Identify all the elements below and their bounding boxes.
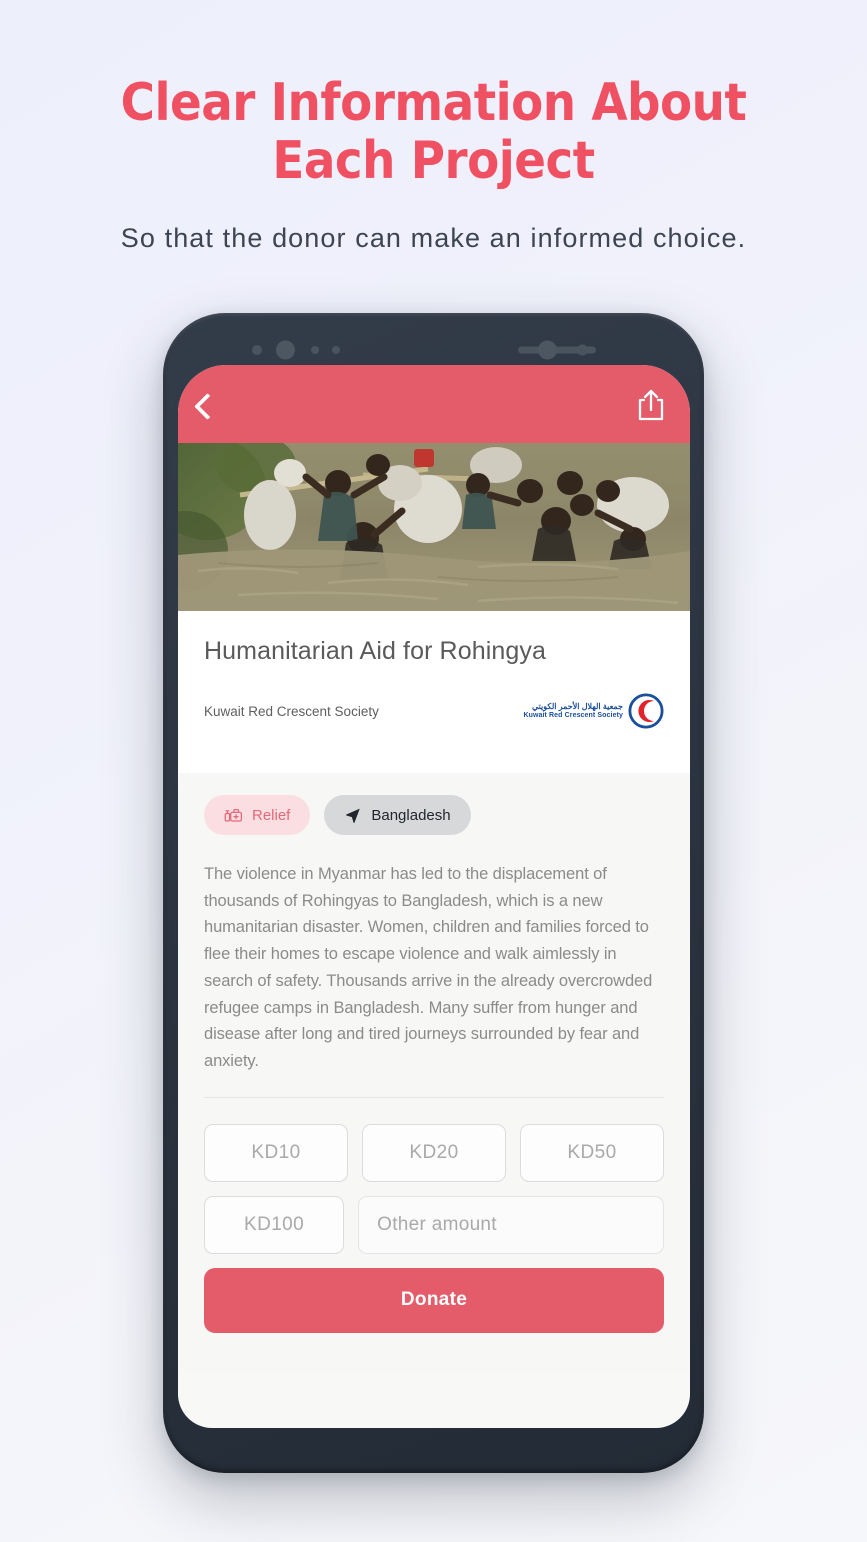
donation-amount-row-2: KD100 Other amount	[204, 1195, 664, 1254]
red-crescent-emblem-icon	[628, 693, 664, 729]
chip-bangladesh-label: Bangladesh	[371, 806, 451, 824]
first-aid-kit-icon	[224, 808, 243, 822]
front-camera-icon	[538, 340, 557, 360]
promo-subheadline: So that the donor can make an informed c…	[120, 223, 747, 253]
phone-sensor-row	[163, 337, 704, 363]
organization-logo-english: Kuwait Red Crescent Society	[523, 711, 623, 719]
project-title: Humanitarian Aid for Rohingya	[204, 637, 546, 665]
organization-row: Kuwait Red Crescent Society جمعية الهلال…	[204, 693, 664, 729]
promo-header: Clear Information About Each Project So …	[0, 74, 867, 254]
sensor-dot-icon	[332, 346, 340, 354]
project-title-card: Humanitarian Aid for Rohingya Kuwait Red…	[178, 611, 690, 773]
chevron-left-icon[interactable]	[194, 393, 221, 420]
project-description: The violence in Myanmar has led to the d…	[204, 865, 653, 1070]
promo-headline: Clear Information About Each Project	[120, 73, 747, 191]
organization-logo: جمعية الهلال الأحمر الكويتي Kuwait Red C…	[523, 693, 664, 729]
screen-bottom-padding	[204, 1332, 664, 1373]
front-camera-icon	[276, 340, 295, 360]
phone-mockup: Humanitarian Aid for Rohingya Kuwait Red…	[163, 313, 704, 1473]
amount-button-kd20[interactable]: KD20	[362, 1123, 506, 1182]
organization-logo-text: جمعية الهلال الأحمر الكويتي Kuwait Red C…	[523, 702, 623, 721]
app-bar	[178, 365, 690, 443]
project-hero-image	[178, 443, 690, 611]
navigation-arrow-icon	[346, 808, 361, 823]
donate-button[interactable]: Donate	[204, 1267, 664, 1333]
phone-screen: Humanitarian Aid for Rohingya Kuwait Red…	[178, 365, 690, 1428]
amount-button-kd100[interactable]: KD100	[204, 1195, 345, 1254]
donation-amounts: KD10 KD20 KD50 KD100 Other amount Donate	[204, 1123, 664, 1333]
project-chip-list: Relief Bangladesh	[204, 795, 664, 835]
chip-relief-label: Relief	[252, 806, 291, 824]
sensor-dot-icon	[311, 346, 319, 354]
sensor-dot-icon	[252, 345, 262, 355]
donation-amount-row-1: KD10 KD20 KD50	[204, 1123, 664, 1182]
organization-name: Kuwait Red Crescent Society	[204, 703, 379, 719]
section-divider	[204, 1096, 664, 1098]
sensor-dot-icon	[577, 344, 588, 356]
chip-bangladesh[interactable]: Bangladesh	[324, 795, 471, 835]
chip-relief[interactable]: Relief	[204, 795, 311, 835]
project-body: Relief Bangladesh The violence in Myanma…	[178, 773, 690, 1373]
amount-button-kd50[interactable]: KD50	[520, 1123, 664, 1182]
other-amount-input[interactable]: Other amount	[358, 1195, 664, 1254]
amount-button-kd10[interactable]: KD10	[204, 1123, 348, 1182]
organization-logo-arabic: جمعية الهلال الأحمر الكويتي	[531, 701, 623, 711]
share-icon[interactable]	[634, 387, 668, 423]
